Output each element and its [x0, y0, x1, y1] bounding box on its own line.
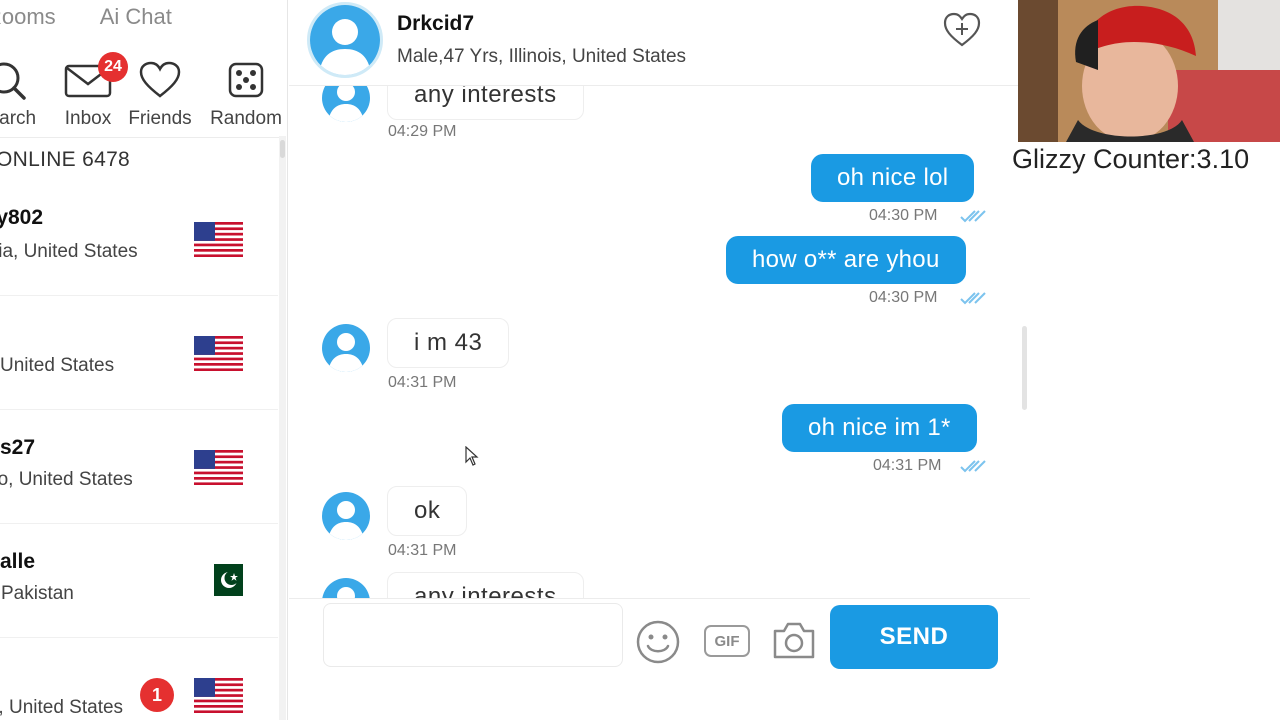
- user-name: Ziggy802: [0, 206, 44, 229]
- us-flag-icon: [194, 450, 243, 485]
- message-bubble-outgoing: how o** are yhou: [726, 236, 966, 284]
- user-list-item[interactable]: United States: [0, 296, 278, 410]
- top-nav: Rooms Ai Chat: [0, 0, 172, 36]
- message-bubble-incoming: i m 43: [387, 318, 510, 368]
- partner-avatar-small: [322, 578, 370, 598]
- sidebar-scroll-track[interactable]: [279, 136, 286, 720]
- us-flag-icon: [194, 678, 243, 713]
- message-time: 04:31 PM: [388, 542, 457, 559]
- search-label: Search: [0, 108, 37, 129]
- add-friend-heart-icon[interactable]: [943, 12, 981, 53]
- message-time: 04:31 PM: [873, 457, 942, 474]
- random-label: Random: [210, 108, 282, 129]
- chat-header: Drkcid7 Male,47 Yrs, Illinois, United St…: [289, 0, 1030, 86]
- gif-button[interactable]: GIF: [704, 625, 750, 657]
- read-ticks-icon: [960, 210, 986, 223]
- message-time: 04:29 PM: [388, 123, 457, 140]
- user-list-item[interactable]: Salle Pakistan: [0, 524, 278, 638]
- message-time: 04:31 PM: [388, 374, 457, 391]
- partner-details: Male,47 Yrs, Illinois, United States: [397, 46, 687, 67]
- user-list-item[interactable]: Chris27 Ohio, United States: [0, 410, 278, 524]
- online-count: ONLINE 6478: [0, 148, 131, 171]
- glizzy-counter: Glizzy Counter:3.10: [1012, 144, 1250, 174]
- friends-label: Friends: [128, 108, 192, 129]
- us-flag-icon: [194, 222, 243, 257]
- message-bubble-incoming: ok: [387, 486, 468, 536]
- heart-icon: [139, 56, 181, 104]
- partner-avatar-small: [322, 492, 370, 540]
- unread-badge: 1: [140, 678, 174, 712]
- emoji-icon[interactable]: [635, 619, 681, 670]
- user-list-item[interactable]: Ind, United States 1: [0, 638, 278, 720]
- webcam-feed: [1018, 0, 1280, 142]
- partner-avatar-small: [322, 324, 370, 372]
- partner-name[interactable]: Drkcid7: [397, 12, 474, 36]
- message-list[interactable]: any interests 04:29 PM oh nice lol 04:30…: [289, 86, 1030, 598]
- sidebar-scroll-thumb[interactable]: [280, 140, 285, 158]
- message-bubble-incoming: any interests: [387, 572, 584, 598]
- tab-rooms[interactable]: Rooms: [0, 0, 56, 36]
- sidebar-divider: [0, 137, 280, 138]
- user-location: United States: [0, 355, 115, 376]
- partner-avatar-small: [322, 86, 370, 122]
- friends-button[interactable]: Friends: [124, 56, 196, 136]
- user-location: Pennsylvania, United States: [0, 241, 138, 262]
- inbox-label: Inbox: [64, 108, 112, 129]
- user-name: Salle: [0, 550, 36, 573]
- app-root: Rooms Ai Chat Search Inbox 24: [0, 0, 1280, 720]
- user-location: Ohio, United States: [0, 469, 133, 490]
- message-bubble-incoming: any interests: [387, 86, 584, 120]
- pk-flag-icon: [205, 564, 243, 596]
- search-icon: [0, 56, 28, 104]
- sidebar: Rooms Ai Chat Search Inbox 24: [0, 0, 288, 720]
- message-bubble-outgoing: oh nice lol: [811, 154, 975, 202]
- camera-icon[interactable]: [771, 619, 817, 666]
- partner-avatar[interactable]: [307, 2, 383, 78]
- read-ticks-icon: [960, 460, 986, 473]
- message-input[interactable]: [323, 603, 623, 667]
- tab-ai-chat[interactable]: Ai Chat: [100, 0, 172, 36]
- message-composer: GIF SEND: [289, 598, 1030, 720]
- sidebar-icon-bar: Search Inbox 24 Friends Random: [0, 52, 287, 136]
- us-flag-icon: [194, 336, 243, 371]
- search-button[interactable]: Search: [0, 56, 44, 136]
- read-ticks-icon: [960, 292, 986, 305]
- user-location: Ind, United States: [0, 697, 124, 718]
- message-time: 04:30 PM: [869, 289, 938, 306]
- send-button[interactable]: SEND: [830, 605, 998, 669]
- user-list-item[interactable]: Ziggy802 Pennsylvania, United States: [0, 182, 278, 296]
- user-location: Pakistan: [1, 583, 74, 604]
- message-scroll-thumb[interactable]: [1022, 326, 1027, 410]
- stream-overlay: Glizzy Counter:3.10: [1012, 0, 1280, 720]
- random-button[interactable]: Random: [206, 56, 286, 136]
- mouse-cursor-icon: [465, 446, 479, 466]
- user-name: Chris27: [0, 436, 36, 459]
- message-bubble-outgoing: oh nice im 1*: [782, 404, 977, 452]
- dice-icon: [228, 56, 264, 104]
- chat-panel: Drkcid7 Male,47 Yrs, Illinois, United St…: [289, 0, 1030, 720]
- inbox-button[interactable]: Inbox 24: [54, 52, 128, 136]
- message-time: 04:30 PM: [869, 207, 938, 224]
